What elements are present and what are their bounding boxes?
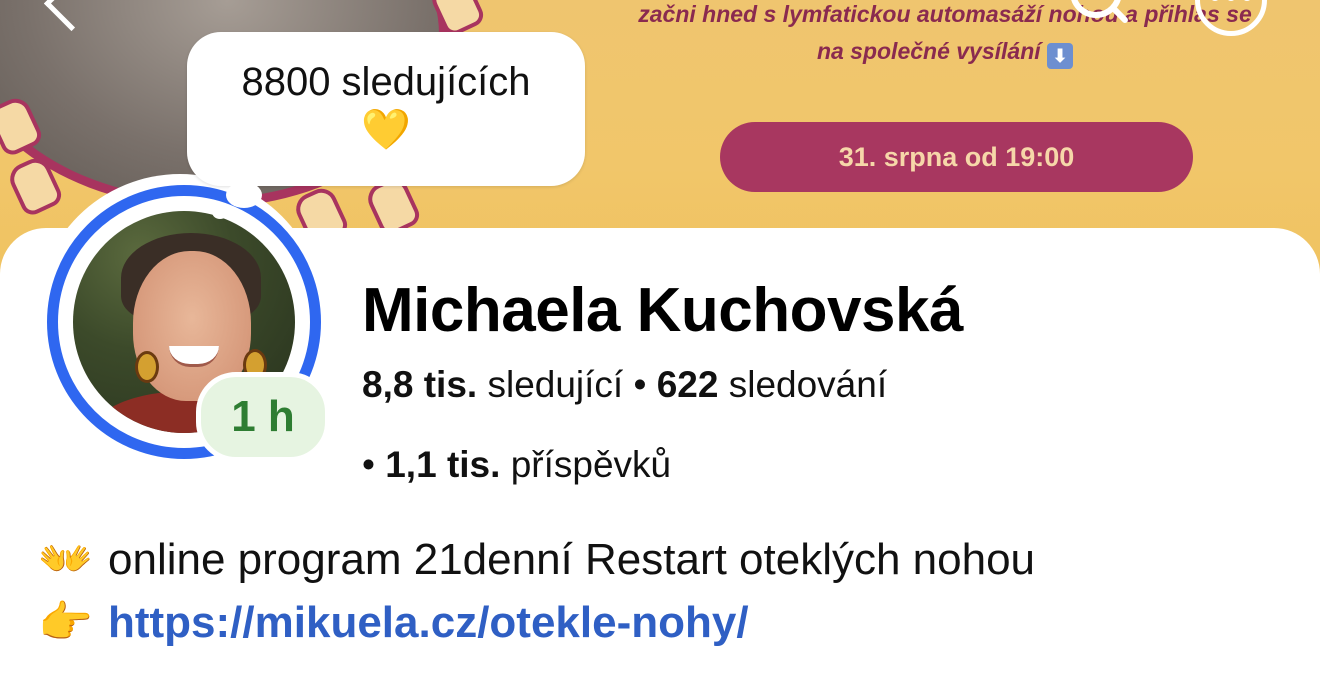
cover-caption-line2: na společné vysílání ⬇ <box>600 33 1290 70</box>
bio-link[interactable]: https://mikuela.cz/otekle-nohy/ <box>108 598 749 647</box>
heart-icon: 💛 <box>361 108 411 152</box>
cover-caption-line2-text: na společné vysílání <box>816 38 1041 64</box>
more-dot <box>1226 0 1236 1</box>
profile-stats-line2: • 1,1 tis. příspěvků <box>362 438 671 492</box>
followers-bubble: 8800 sledujících 💛 <box>187 32 585 186</box>
bubble-tail <box>226 182 262 208</box>
pointing-hand-icon: 👉 <box>38 598 93 647</box>
posts-label[interactable]: příspěvků <box>500 444 671 485</box>
bubble-tail <box>212 205 228 219</box>
earring-icon <box>135 351 159 383</box>
open-hands-icon: 👐 <box>38 535 93 584</box>
following-label[interactable]: sledování <box>718 364 887 405</box>
story-time-badge: 1 h <box>196 372 330 462</box>
posts-count[interactable]: 1,1 tis. <box>385 444 500 485</box>
bio-line1: 👐 online program 21denní Restart oteklých… <box>38 532 1035 588</box>
followers-label[interactable]: sledující • <box>477 364 657 405</box>
bubble-text: 8800 sledujících <box>241 60 531 104</box>
bio-text: online program 21denní Restart oteklých … <box>108 535 1036 584</box>
bio-line2: 👉 https://mikuela.cz/otekle-nohy/ <box>38 594 749 652</box>
down-arrow-icon: ⬇ <box>1047 43 1074 69</box>
cover-caption: začni hned s lymfatickou automasáží noho… <box>600 0 1290 70</box>
following-count[interactable]: 622 <box>657 364 719 405</box>
profile-stats-line1: 8,8 tis. sledující • 622 sledování <box>362 358 887 412</box>
cover-caption-line1: začni hned s lymfatickou automasáží noho… <box>638 1 1252 27</box>
followers-count[interactable]: 8,8 tis. <box>362 364 477 405</box>
event-date-pill: 31. srpna od 19:00 <box>720 122 1193 192</box>
more-dot <box>1210 0 1220 1</box>
more-dot <box>1242 0 1252 1</box>
bullet: • <box>362 444 386 485</box>
profile-name: Michaela Kuchovská <box>362 276 963 345</box>
